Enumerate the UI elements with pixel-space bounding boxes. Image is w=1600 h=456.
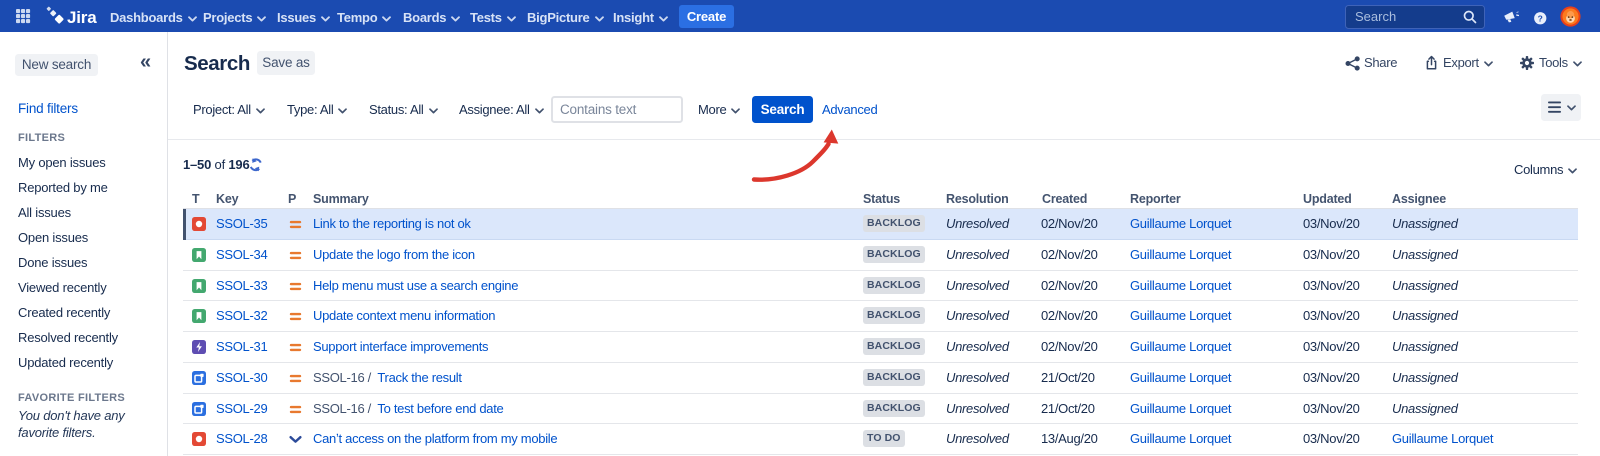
- svg-text:?: ?: [1538, 13, 1543, 23]
